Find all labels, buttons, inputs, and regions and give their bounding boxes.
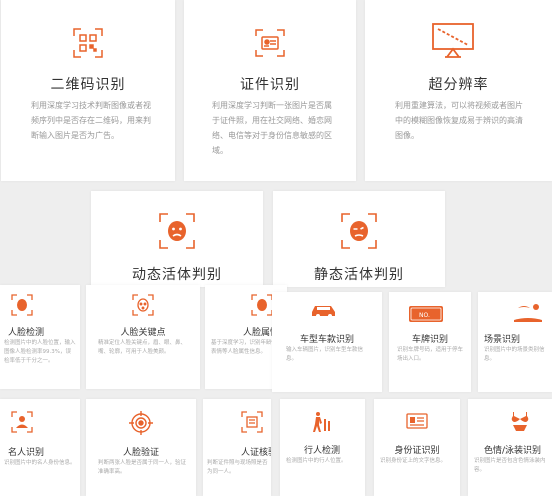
target-icon [129, 411, 153, 435]
card-title: 人脸验证 [122, 448, 159, 458]
card-description: 利用深度学习技术判断图像或者视频序列中是否存在二维码，用来判断输入图片是否为广告… [31, 101, 151, 140]
card-description: 检测图片中的人脸位置，输入图像人脸检测率99.3%，误检率低于千分之一。 [4, 340, 76, 364]
card-super-resolution[interactable]: 超分辨率 利用重建算法，可以将视频或者图片中的模糊图像恢复成易于辨识的高清图像。 [365, 0, 552, 181]
id-verify-icon [241, 411, 263, 433]
card-description: 判断两张人脸是否属于同一人，验证准确率高。 [98, 460, 187, 475]
card-title: 人脸关键点 [120, 328, 166, 338]
beach-scene-icon [514, 302, 542, 322]
license-plate-icon: NO. [409, 306, 443, 322]
card-title: 动态活体判别 [132, 267, 222, 283]
card-title: 人脸检测 [8, 328, 45, 338]
dynamic-face-icon [159, 213, 195, 249]
qr-code-icon [73, 28, 103, 58]
card-title: 车牌识别 [411, 335, 448, 345]
face-detect-icon [11, 294, 33, 316]
card-scene[interactable]: 场景识别 识别图片中的场景类别信息。 [478, 292, 552, 392]
card-description: 识别身份证上的文字信息。 [380, 458, 447, 464]
card-title: 身份证识别 [394, 446, 440, 456]
card-title: 证件识别 [240, 77, 300, 93]
face-attribute-icon [251, 294, 273, 316]
card-face-landmark[interactable]: 人脸关键点 精准定位人脸关键点，眉、眼、鼻、嘴、轮廓，可用于人脸美颜。 [86, 285, 200, 389]
card-description: 识别图片中的名人身份信息。 [4, 460, 76, 466]
monitor-icon [431, 21, 475, 59]
card-description: 输入车辆图片，识别车型车款信息。 [286, 347, 364, 362]
bikini-icon [510, 411, 530, 433]
static-face-icon [341, 213, 377, 249]
card-license-plate[interactable]: NO. 车牌识别 识别车牌号码，适用于停车场出入口。 [389, 292, 471, 392]
card-face-detection[interactable]: 人脸检测 检测图片中的人脸位置，输入图像人脸检测率99.3%，误检率低于千分之一… [0, 285, 80, 389]
card-title: 超分辨率 [428, 77, 489, 93]
card-qr-code[interactable]: 二维码识别 利用深度学习技术判断图像或者视频序列中是否存在二维码，用来判断输入图… [1, 0, 175, 181]
card-title: 静态活体判别 [314, 267, 404, 283]
card-id-ocr[interactable]: 身份证识别 识别身份证上的文字信息。 [374, 399, 460, 496]
pedestrian-icon [310, 411, 332, 433]
car-icon [310, 302, 338, 318]
card-title: 色情/泳装识别 [484, 446, 542, 456]
card-dynamic-liveness[interactable]: 动态活体判别 [91, 191, 263, 287]
id-card-icon [255, 29, 285, 57]
card-description: 检测图片中的行人位置。 [286, 458, 347, 464]
card-title: 二维码识别 [50, 77, 126, 93]
card-bikini[interactable]: 色情/泳装识别 识别图片是否包含色情泳装内容。 [468, 399, 552, 496]
card-title: 车型车款识别 [299, 335, 354, 345]
card-title: 场景识别 [484, 335, 521, 345]
card-description: 判断证件照与现场照是否为同一人。 [207, 460, 268, 475]
card-description: 识别图片中的场景类别信息。 [484, 347, 545, 362]
card-description: 利用重建算法，可以将视频或者图片中的模糊图像恢复成易于辨识的高清图像。 [395, 101, 523, 140]
card-face-verify[interactable]: 人脸验证 判断两张人脸是否属于同一人，验证准确率高。 [86, 399, 196, 496]
card-celebrity[interactable]: 名人识别 识别图片中的名人身份信息。 [0, 399, 80, 496]
card-description: 利用深度学习判断一张图片是否属于证件照，用在社交网络、婚恋网络、电信等对于身份信… [212, 101, 332, 155]
card-car-model[interactable]: 车型车款识别 输入车辆图片，识别车型车款信息。 [272, 292, 382, 392]
celebrity-icon [11, 411, 33, 433]
card-title: 行人检测 [304, 446, 341, 456]
plate-text: NO. [419, 312, 430, 319]
card-title: 人证核验 [241, 448, 271, 458]
card-description: 识别车牌号码，适用于停车场出入口。 [397, 347, 464, 362]
id-ocr-icon [406, 413, 428, 429]
card-pedestrian[interactable]: 行人检测 检测图片中的行人位置。 [280, 399, 365, 496]
card-id-card[interactable]: 证件识别 利用深度学习判断一张图片是否属于证件照，用在社交网络、婚恋网络、电信等… [184, 0, 356, 181]
card-id-verify[interactable]: 人证核验 判断证件照与现场照是否为同一人。 [203, 399, 271, 496]
card-description: 识别图片是否包含色情泳装内容。 [474, 458, 546, 473]
card-static-liveness[interactable]: 静态活体判别 [273, 191, 445, 287]
face-landmark-icon [132, 294, 154, 316]
card-description: 精准定位人脸关键点，眉、眼、鼻、嘴、轮廓，可用于人脸美颜。 [98, 340, 187, 355]
card-title: 名人识别 [8, 448, 45, 458]
